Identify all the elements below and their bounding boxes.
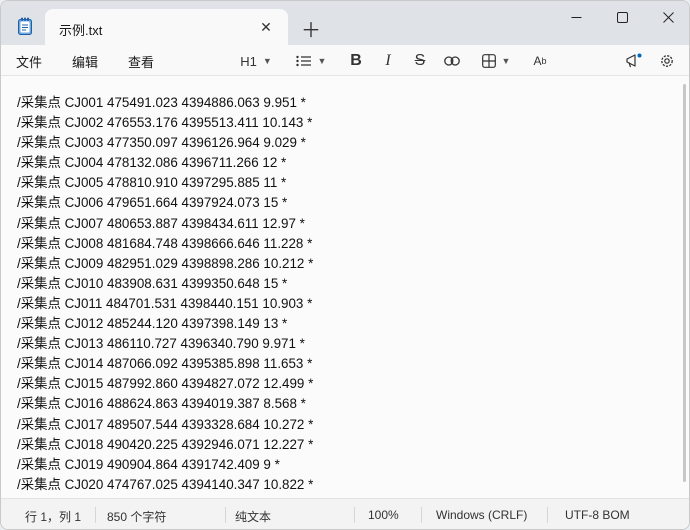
- bold-icon[interactable]: B: [346, 50, 366, 72]
- text-editor[interactable]: /采集点 CJ001 475491.023 4394886.063 9.951 …: [1, 76, 689, 498]
- strikethrough-icon[interactable]: S: [410, 50, 430, 72]
- announcement-icon[interactable]: [623, 50, 645, 72]
- tab-title: 示例.txt: [59, 23, 103, 38]
- vertical-scrollbar[interactable]: [683, 84, 686, 482]
- text-line: /采集点 CJ011 484701.531 4398440.151 10.903…: [17, 295, 313, 311]
- text-format[interactable]: 纯文本: [235, 508, 271, 525]
- heading-label: H1: [240, 53, 257, 69]
- chevron-down-icon: ▼: [501, 56, 511, 66]
- heading-dropdown[interactable]: H1 ▼: [237, 50, 275, 72]
- title-bar: 示例.txt ✕ ＋: [1, 1, 689, 45]
- text-line: /采集点 CJ013 486110.727 4396340.790 9.971 …: [17, 336, 305, 352]
- file-encoding[interactable]: UTF-8 BOM: [565, 508, 630, 522]
- settings-gear-icon[interactable]: [656, 50, 678, 72]
- text-line: /采集点 CJ018 490420.225 4392946.071 12.227…: [17, 436, 314, 452]
- text-line: /采集点 CJ004 478132.086 4396711.266 12 *: [17, 155, 287, 171]
- text-line: /采集点 CJ010 483908.631 4399350.648 15 *: [17, 275, 288, 291]
- new-tab-icon[interactable]: ＋: [298, 15, 324, 42]
- status-divider: [95, 507, 96, 523]
- status-divider: [354, 507, 355, 523]
- table-icon: [481, 54, 496, 68]
- text-line: /采集点 CJ001 475491.023 4394886.063 9.951 …: [17, 95, 306, 110]
- menu-file[interactable]: 文件: [16, 52, 42, 71]
- notepad-app-icon: [18, 17, 32, 35]
- status-bar: 行 1，列 1 850 个字符 纯文本 100% Windows (CRLF) …: [1, 498, 689, 529]
- text-line: /采集点 CJ009 482951.029 4398898.286 10.212…: [17, 255, 314, 271]
- status-divider: [421, 507, 422, 523]
- status-divider: [547, 507, 548, 523]
- close-tab-icon[interactable]: ✕: [254, 15, 278, 39]
- table-dropdown[interactable]: ▼: [478, 50, 514, 72]
- character-count: 850 个字符: [107, 510, 167, 524]
- text-line: /采集点 CJ002 476553.176 4395513.411 10.143…: [17, 115, 313, 131]
- text-line: /采集点 CJ016 488624.863 4394019.387 8.568 …: [17, 396, 306, 412]
- text-line: /采集点 CJ012 485244.120 4397398.149 13 *: [17, 316, 288, 332]
- chevron-down-icon: ▼: [262, 56, 272, 66]
- chevron-down-icon: ▼: [317, 56, 327, 66]
- close-window-icon[interactable]: [645, 1, 689, 33]
- document-tab[interactable]: 示例.txt ✕: [45, 9, 288, 45]
- text-line: /采集点 CJ003 477350.097 4396126.964 9.029 …: [17, 135, 306, 151]
- text-line: /采集点 CJ017 489507.544 4393328.684 10.272…: [17, 416, 314, 432]
- text-line: /采集点 CJ008 481684.748 4398666.646 11.228…: [17, 235, 313, 251]
- text-line: /采集点 CJ007 480653.887 4398434.611 12.97 …: [17, 215, 305, 231]
- text-line: /采集点 CJ020 474767.025 4394140.347 10.822…: [17, 476, 314, 492]
- document-text: /采集点 CJ001 475491.023 4394886.063 9.951 …: [17, 93, 313, 495]
- text-line: /采集点 CJ014 487066.092 4395385.898 11.653…: [17, 356, 313, 372]
- menu-edit[interactable]: 编辑: [72, 52, 98, 71]
- text-line: /采集点 CJ015 487992.860 4394827.072 12.499…: [17, 376, 314, 392]
- list-dropdown[interactable]: ▼: [293, 50, 329, 72]
- cursor-position: 行 1，列 1: [25, 510, 82, 524]
- italic-icon[interactable]: I: [378, 50, 398, 72]
- status-divider: [225, 507, 226, 523]
- line-ending[interactable]: Windows (CRLF): [436, 508, 527, 522]
- menu-bar: 文件 编辑 查看 H1 ▼ ▼ B I S ▼ A b: [1, 45, 689, 76]
- notepad-window: 示例.txt ✕ ＋ 文件 编辑 查看 H1 ▼ ▼ B I S ▼ A b /…: [0, 0, 690, 530]
- text-line: /采集点 CJ019 490904.864 4391742.409 9 *: [17, 456, 280, 472]
- bullet-list-icon: [295, 55, 311, 67]
- minimize-icon[interactable]: [553, 1, 599, 33]
- menu-view[interactable]: 查看: [128, 52, 154, 71]
- text-line: /采集点 CJ005 478810.910 4397295.885 11 *: [17, 175, 287, 191]
- spellcheck-icon[interactable]: Ab: [530, 50, 550, 72]
- maximize-icon[interactable]: [599, 1, 645, 33]
- text-line: /采集点 CJ006 479651.664 4397924.073 15 *: [17, 195, 288, 211]
- zoom-level[interactable]: 100%: [368, 508, 399, 522]
- link-icon[interactable]: [442, 50, 462, 72]
